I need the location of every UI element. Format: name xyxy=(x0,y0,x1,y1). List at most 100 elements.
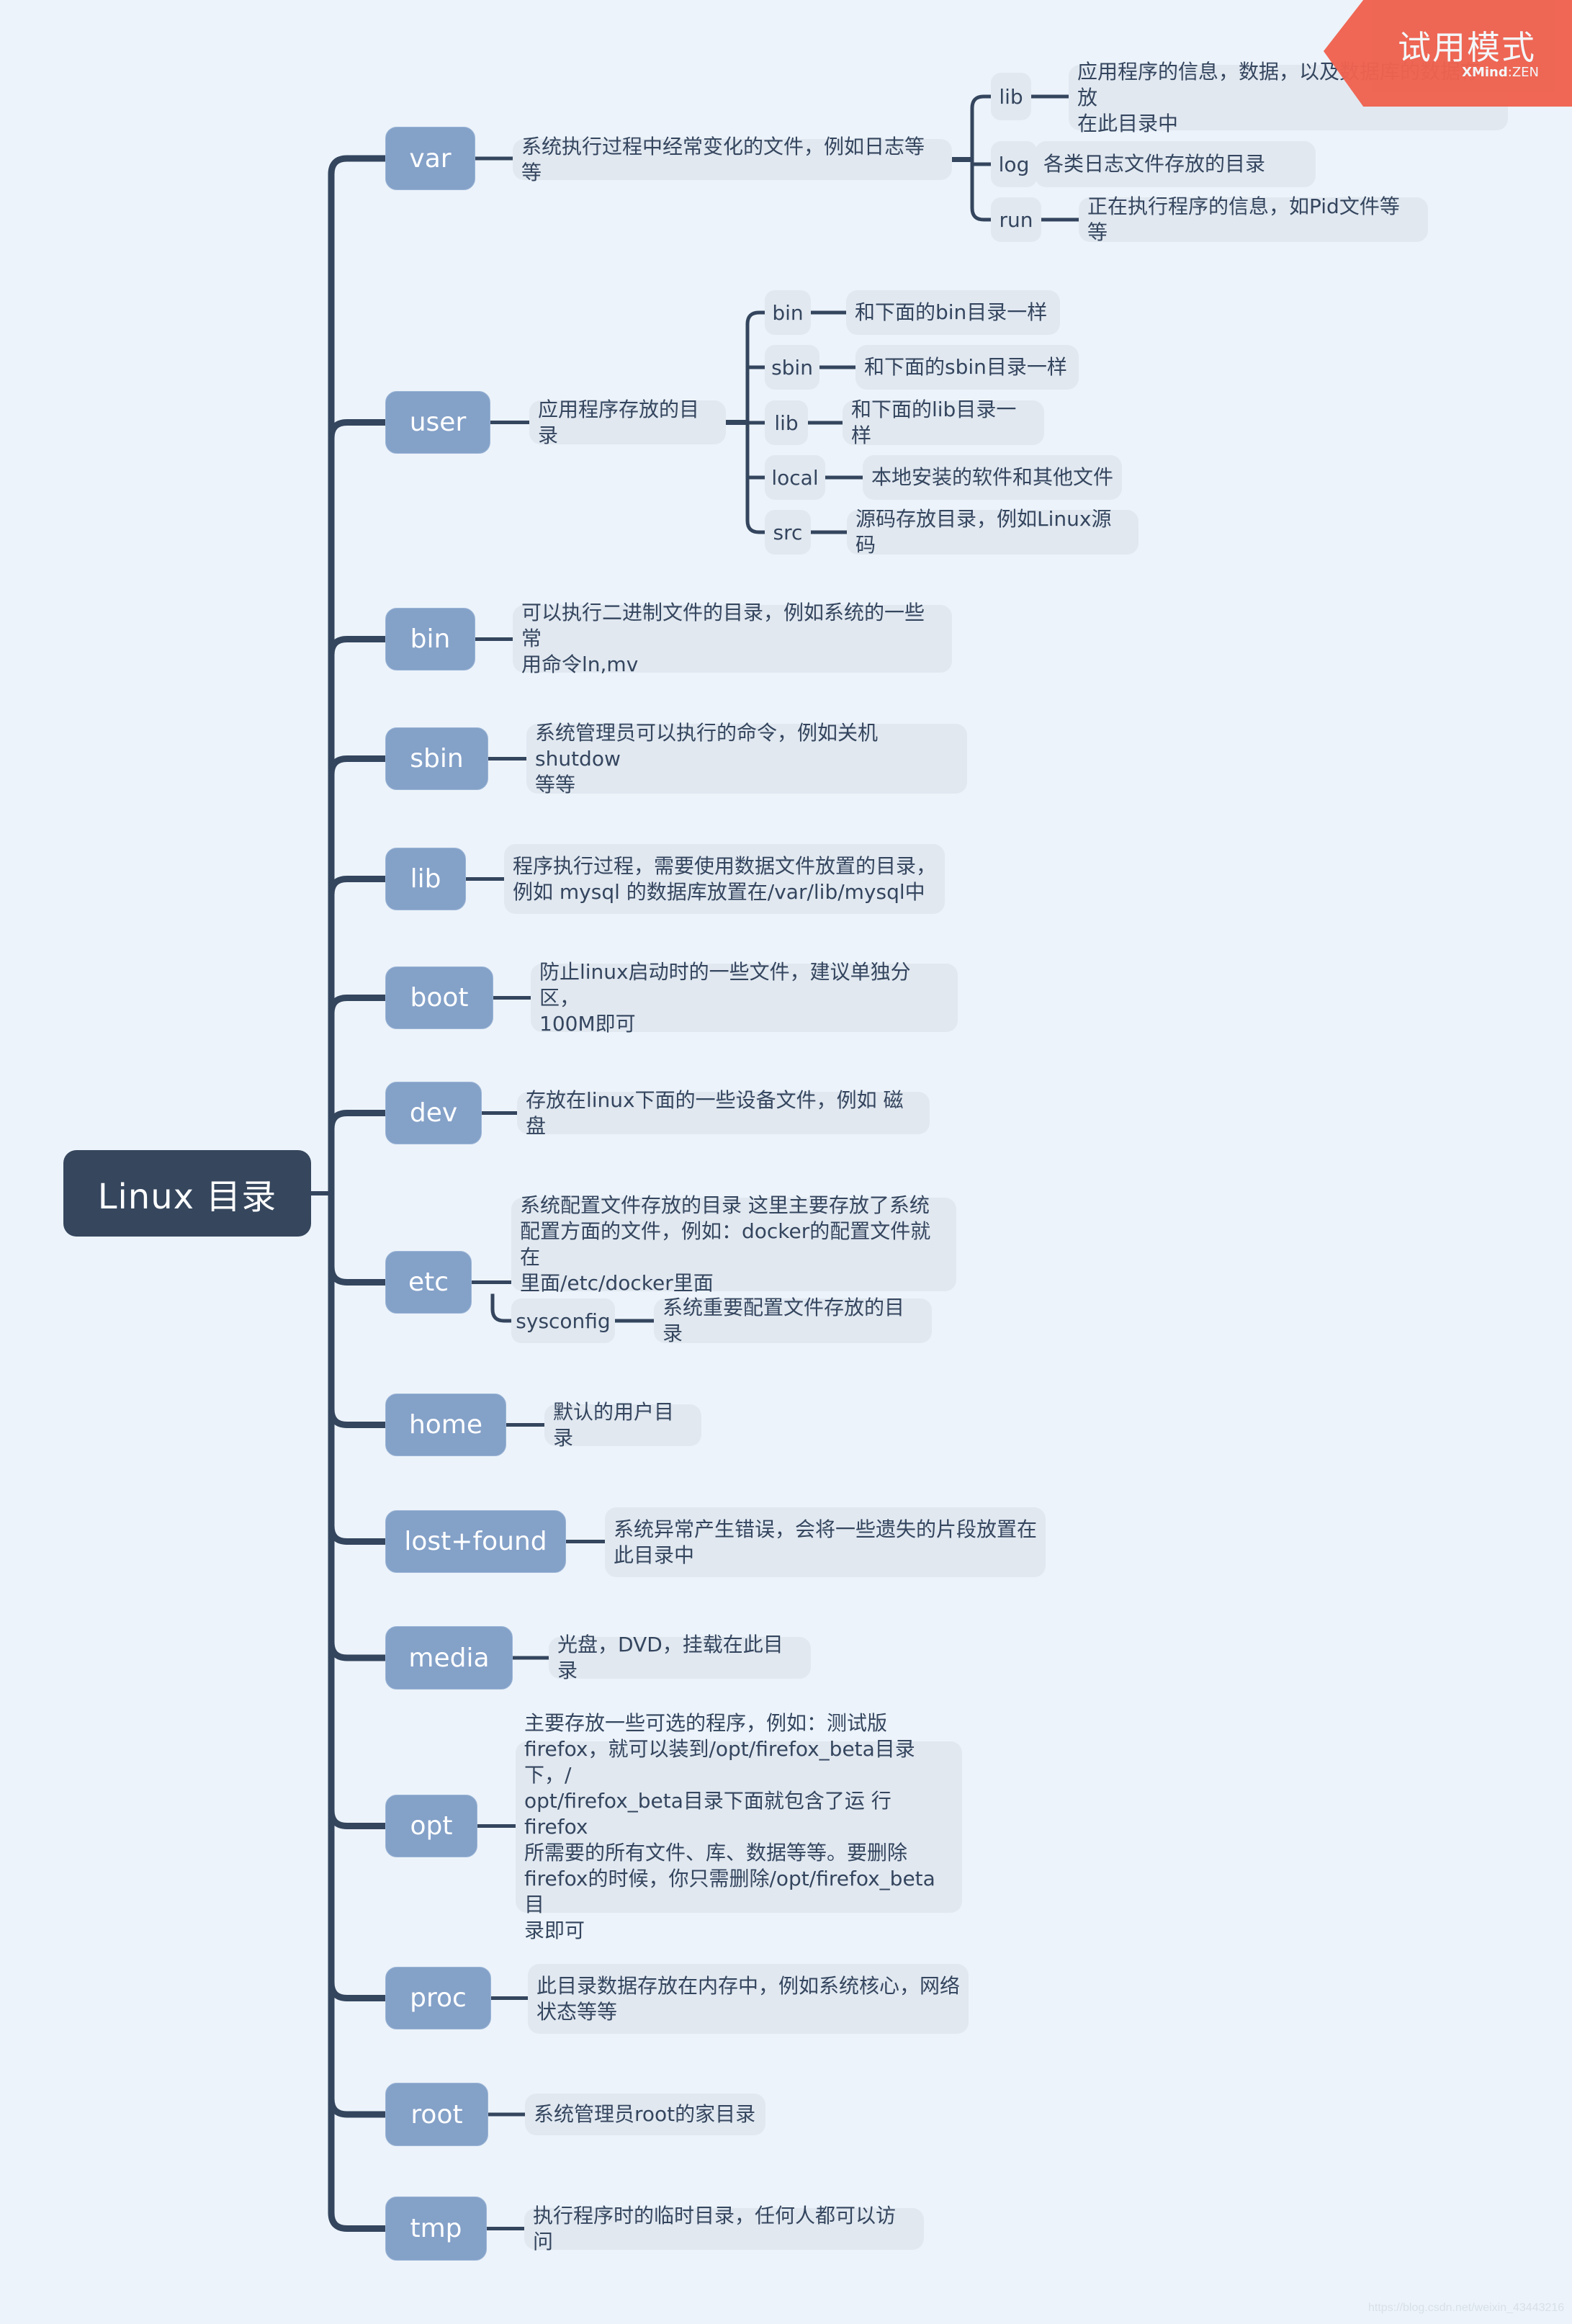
subtopic-user-bin[interactable]: bin xyxy=(765,290,811,335)
topic-boot-description[interactable]: 防止linux启动时的一些文件，建议单独分区， 100M即可 xyxy=(531,960,958,1036)
topic-bin[interactable]: bin xyxy=(385,608,475,670)
topic-lib[interactable]: lib xyxy=(385,848,466,910)
topic-home-description[interactable]: 默认的用户目录 xyxy=(544,1400,701,1450)
topic-media[interactable]: media xyxy=(385,1626,513,1690)
subtopic-user-bin-text: bin xyxy=(772,300,804,325)
topic-opt-description-text: 主要存放一些可选的程序，例如：测试版 firefox，就可以装到/opt/fir… xyxy=(524,1711,935,1942)
topic-proc-text: proc xyxy=(410,1983,467,2013)
branch-dev xyxy=(328,1110,385,1129)
topic-opt-description[interactable]: 主要存放一些可选的程序，例如：测试版 firefox，就可以装到/opt/fir… xyxy=(516,1711,962,1942)
topic-bin-description[interactable]: 可以执行二进制文件的目录，例如系统的一些常 用命令ln,mv xyxy=(513,601,952,676)
subtopic-etc-sysconfig-description-text: 系统重要配置文件存放的目录 xyxy=(663,1296,905,1345)
bracket-arm xyxy=(745,310,765,325)
subtopic-user-local-text: local xyxy=(771,465,819,490)
topic-user[interactable]: user xyxy=(385,391,490,454)
branch-etc xyxy=(328,1266,385,1286)
topic-var-text: var xyxy=(409,143,452,174)
topic-root-description[interactable]: 系统管理员root的家目录 xyxy=(525,2094,765,2135)
topic-boot[interactable]: boot xyxy=(385,966,493,1029)
subtopic-var-run[interactable]: run xyxy=(991,197,1041,242)
subtopic-user-local-description[interactable]: 本地安装的软件和其他文件 xyxy=(863,455,1122,500)
root-topic-label: Linux 目录 xyxy=(97,1177,277,1217)
xmind-zen-logo: XMind:ZEN xyxy=(1462,65,1539,80)
subtopic-user-lib-description[interactable]: 和下面的lib目录一样 xyxy=(843,398,1044,447)
branch-media xyxy=(328,1641,385,1661)
topic-proc-description-text: 此目录数据存放在内存中，例如系统核心，网络 状态等等 xyxy=(536,1973,961,2024)
topic-etc[interactable]: etc xyxy=(385,1251,472,1314)
subtopic-user-lib-text: lib xyxy=(774,410,799,435)
topic-user-text: user xyxy=(409,408,467,437)
bracket-arm xyxy=(970,94,991,109)
topic-sbin-description[interactable]: 系统管理员可以执行的命令，例如关机shutdow 等等 xyxy=(526,721,967,797)
topic-tmp-description[interactable]: 执行程序时的临时目录，任何人都可以访问 xyxy=(524,2204,924,2253)
topic-lost-found-description[interactable]: 系统异常产生错误，会将一些遗失的片段放置在 此目录中 xyxy=(605,1507,1046,1577)
topic-user-description[interactable]: 应用程序存放的目录 xyxy=(529,398,726,447)
subtopic-user-lib[interactable]: lib xyxy=(765,400,808,445)
branch-var xyxy=(328,155,385,175)
subtopic-var-log-text: log xyxy=(998,152,1030,176)
topic-home-text: home xyxy=(408,1410,483,1440)
topic-etc-text: etc xyxy=(408,1268,449,1297)
topic-bin-text: bin xyxy=(410,624,451,654)
topic-etc-description[interactable]: 系统配置文件存放的目录 这里主要存放了系统 配置方面的文件，例如：docker的… xyxy=(511,1193,956,1295)
brand-bold: XMind xyxy=(1462,65,1508,80)
subtopic-var-run-description-text: 正在执行程序的信息，如Pid文件等等 xyxy=(1087,194,1400,244)
branch-user xyxy=(328,419,385,439)
topic-lost-found[interactable]: lost+found xyxy=(385,1510,566,1573)
topic-tmp-text: tmp xyxy=(410,2214,462,2243)
root-topic[interactable]: Linux 目录 xyxy=(63,1150,311,1237)
trial-mode-title: 试用模式 xyxy=(1398,28,1536,67)
subtopic-var-run-description[interactable]: 正在执行程序的信息，如Pid文件等等 xyxy=(1079,194,1428,244)
subtopic-var-log-description[interactable]: 各类日志文件存放的目录 xyxy=(1035,141,1316,187)
topic-dev-text: dev xyxy=(409,1098,458,1128)
topic-user-description-text: 应用程序存放的目录 xyxy=(538,397,700,447)
topic-dev[interactable]: dev xyxy=(385,1082,482,1144)
topic-media-description[interactable]: 光盘，DVD，挂载在此目录 xyxy=(549,1633,811,1682)
topic-tmp-description-text: 执行程序时的临时目录，任何人都可以访问 xyxy=(533,2204,897,2253)
topic-sbin[interactable]: sbin xyxy=(385,727,488,790)
branch-sbin xyxy=(328,755,385,775)
topic-dev-description[interactable]: 存放在linux下面的一些设备文件，例如 磁盘 xyxy=(517,1088,930,1138)
source-watermark: https://blog.csdn.net/weixin_43443216 xyxy=(1368,2302,1565,2314)
topic-lib-description[interactable]: 程序执行过程，需要使用数据文件放置的目录， 例如 mysql 的数据库放置在/v… xyxy=(504,844,945,914)
subtopic-var-log-description-text: 各类日志文件存放的目录 xyxy=(1043,152,1266,176)
topic-var-description-text: 系统执行过程中经常变化的文件，例如日志等等 xyxy=(521,134,925,184)
subtopic-user-bin-description[interactable]: 和下面的bin目录一样 xyxy=(846,290,1060,335)
branch-lost-found xyxy=(328,1525,385,1545)
topic-proc-description[interactable]: 此目录数据存放在内存中，例如系统核心，网络 状态等等 xyxy=(528,1964,969,2034)
branch-opt xyxy=(328,1810,385,1829)
topic-var[interactable]: var xyxy=(385,127,475,190)
topic-tmp[interactable]: tmp xyxy=(385,2197,487,2261)
topic-proc[interactable]: proc xyxy=(385,1967,491,2029)
topic-root-description-text: 系统管理员root的家目录 xyxy=(534,2102,756,2126)
subtopic-user-src-description-text: 源码存放目录，例如Linux源码 xyxy=(855,507,1112,557)
bracket-arm xyxy=(745,520,765,534)
subtopic-etc-sysconfig-text: sysconfig xyxy=(516,1309,611,1333)
branch-boot xyxy=(328,995,385,1014)
subtopic-user-src-description[interactable]: 源码存放目录，例如Linux源码 xyxy=(847,507,1138,557)
trial-mode-badge[interactable]: 试用模式 XMind:ZEN xyxy=(1324,0,1572,107)
topic-home[interactable]: home xyxy=(385,1394,506,1456)
mindmap-canvas: Linux 目录 var 系统执行过程中经常变化的文件，例如日志等等 lib 应用程序… xyxy=(0,0,1572,2324)
topic-var-description[interactable]: 系统执行过程中经常变化的文件，例如日志等等 xyxy=(513,135,952,184)
topic-root[interactable]: root xyxy=(385,2083,488,2146)
subtopic-user-src[interactable]: src xyxy=(765,510,811,555)
subtopic-user-local-description-text: 本地安装的软件和其他文件 xyxy=(871,465,1114,489)
topic-opt[interactable]: opt xyxy=(385,1795,477,1857)
subtopic-etc-sysconfig[interactable]: sysconfig xyxy=(511,1298,615,1343)
topic-media-text: media xyxy=(408,1643,490,1673)
brand-rest: :ZEN xyxy=(1507,65,1539,80)
subtopic-user-sbin[interactable]: sbin xyxy=(765,345,819,390)
subtopic-user-sbin-description-text: 和下面的sbin目录一样 xyxy=(864,355,1067,379)
subtopic-var-lib[interactable]: lib xyxy=(991,73,1031,120)
branch-root xyxy=(328,2098,385,2118)
topic-lost-found-description-text: 系统异常产生错误，会将一些遗失的片段放置在 此目录中 xyxy=(614,1517,1038,1567)
subtopic-user-lib-description-text: 和下面的lib目录一样 xyxy=(851,398,1017,447)
subtopic-user-local[interactable]: local xyxy=(765,455,825,500)
branch-proc xyxy=(328,1982,385,2001)
subtopic-user-sbin-description[interactable]: 和下面的sbin目录一样 xyxy=(855,345,1079,390)
branch-bin xyxy=(328,636,385,655)
subtopic-etc-sysconfig-description[interactable]: 系统重要配置文件存放的目录 xyxy=(654,1296,932,1345)
subtopic-var-log[interactable]: log xyxy=(991,141,1037,187)
topic-sbin-text: sbin xyxy=(410,744,464,773)
